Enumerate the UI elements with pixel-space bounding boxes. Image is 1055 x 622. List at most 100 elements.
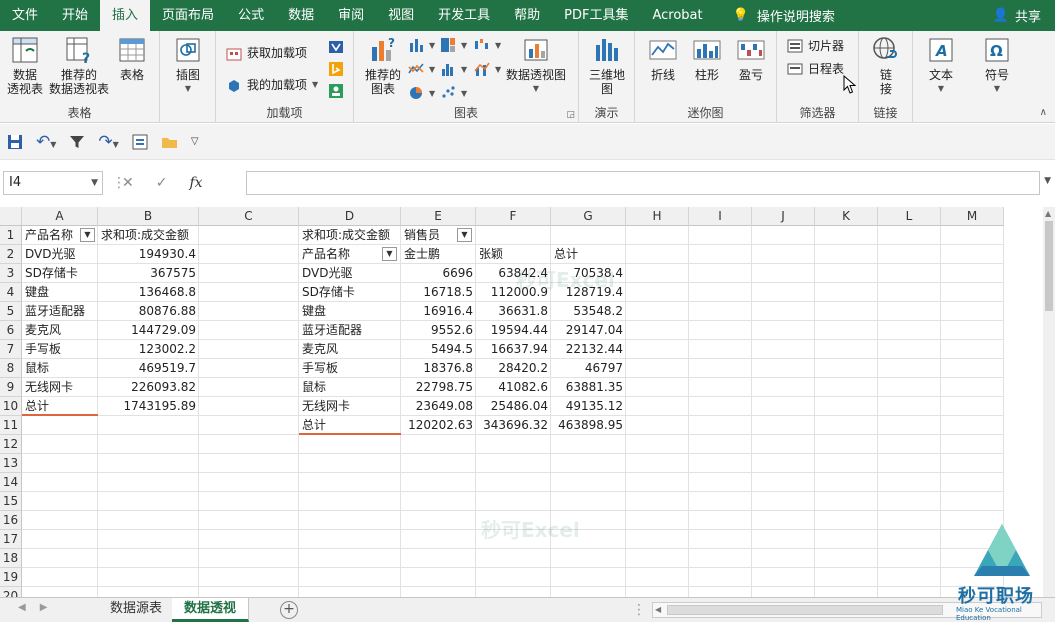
column-header-J[interactable]: J — [752, 207, 815, 226]
people-graph-button[interactable] — [328, 83, 344, 99]
cell-B9[interactable]: 226093.82 — [98, 378, 199, 397]
column-chart-button[interactable]: ▼ — [408, 37, 435, 53]
cell-G2[interactable]: 总计 — [551, 245, 626, 264]
ribbon-tab-4[interactable]: 公式 — [226, 0, 276, 31]
charts-dialog-launcher-icon[interactable]: ◲ — [566, 110, 575, 120]
row-header-16[interactable]: 16 — [0, 511, 22, 530]
hierarchy-chart-button[interactable]: ▼ — [440, 37, 467, 53]
column-header-C[interactable]: C — [199, 207, 299, 226]
pivot-table-button[interactable]: 数据 透视表 — [4, 35, 46, 96]
cell-D3[interactable]: DVD光驱 — [299, 264, 401, 283]
ribbon-tab-9[interactable]: 帮助 — [502, 0, 552, 31]
column-header-I[interactable]: I — [689, 207, 752, 226]
get-addins-button[interactable]: 获取加载项 — [226, 44, 307, 61]
cell-D6[interactable]: 蓝牙适配器 — [299, 321, 401, 340]
illustrations-button[interactable]: 插图 ▼ — [170, 35, 206, 96]
cell-F7[interactable]: 16637.94 — [476, 340, 551, 359]
row-header-17[interactable]: 17 — [0, 530, 22, 549]
cell-F9[interactable]: 41082.6 — [476, 378, 551, 397]
cell-D7[interactable]: 麦克风 — [299, 340, 401, 359]
row-label-filter-button[interactable]: ▼ — [80, 228, 95, 242]
collapse-ribbon-icon[interactable]: ∧ — [1040, 107, 1047, 118]
row-header-2[interactable]: 2 — [0, 245, 22, 264]
scroll-left-icon[interactable]: ◀ — [655, 605, 661, 614]
scroll-up-icon[interactable]: ▲ — [1045, 209, 1051, 218]
my-addins-button[interactable]: 我的加载项 ▼ — [226, 76, 318, 93]
line-chart-button[interactable]: ▼ — [408, 61, 435, 77]
sheet-tab-1[interactable]: 数据透视 — [172, 598, 250, 622]
row-header-20[interactable]: 20 — [0, 587, 22, 597]
customize-qat-icon[interactable]: ▽ — [191, 136, 199, 147]
3d-map-button[interactable]: 三维地 图 — [587, 35, 627, 96]
bing-addin-button[interactable] — [328, 61, 344, 77]
name-box[interactable]: I4 ▼ — [3, 171, 103, 195]
cell-A9[interactable]: 无线网卡 — [22, 378, 98, 397]
ribbon-tab-10[interactable]: PDF工具集 — [552, 0, 640, 31]
row-header-13[interactable]: 13 — [0, 454, 22, 473]
column-header-H[interactable]: H — [626, 207, 689, 226]
cell-F5[interactable]: 36631.8 — [476, 302, 551, 321]
row-header-3[interactable]: 3 — [0, 264, 22, 283]
sparkline-line-button[interactable]: 折线 — [643, 35, 683, 82]
cell-E7[interactable]: 5494.5 — [401, 340, 476, 359]
cell-F2[interactable]: 张颖 — [476, 245, 551, 264]
visio-addin-button[interactable] — [328, 39, 344, 55]
cell-E10[interactable]: 23649.08 — [401, 397, 476, 416]
row-header-14[interactable]: 14 — [0, 473, 22, 492]
symbol-button[interactable]: Ω 符号 ▼ — [979, 35, 1015, 96]
row-header-9[interactable]: 9 — [0, 378, 22, 397]
cell-F6[interactable]: 19594.44 — [476, 321, 551, 340]
form-icon[interactable] — [131, 133, 149, 151]
column-header-L[interactable]: L — [878, 207, 941, 226]
cell-G10[interactable]: 49135.12 — [551, 397, 626, 416]
column-header-K[interactable]: K — [815, 207, 878, 226]
slicer-button[interactable]: 切片器 — [787, 37, 844, 54]
filter-icon[interactable] — [68, 133, 86, 151]
tell-me-search[interactable]: 💡 操作说明搜索 — [715, 6, 835, 25]
cell-D1[interactable]: 求和项:成交金额 — [299, 226, 401, 245]
sheet-tab-0[interactable]: 数据源表 — [98, 598, 176, 622]
cell-B4[interactable]: 136468.8 — [98, 283, 199, 302]
scatter-chart-button[interactable]: ▼ — [440, 85, 467, 101]
link-button[interactable]: 链 接 — [869, 35, 903, 96]
save-icon[interactable] — [6, 133, 24, 151]
cell-F11[interactable]: 343696.32 — [476, 416, 551, 435]
recommended-charts-button[interactable]: ? 推荐的 图表 — [362, 35, 404, 96]
cell-A3[interactable]: SD存储卡 — [22, 264, 98, 283]
row-header-19[interactable]: 19 — [0, 568, 22, 587]
share-button[interactable]: 👤 共享 — [993, 6, 1055, 25]
cell-G5[interactable]: 53548.2 — [551, 302, 626, 321]
name-box-dropdown-icon[interactable]: ▼ — [91, 172, 98, 194]
ribbon-tab-1[interactable]: 开始 — [50, 0, 100, 31]
cell-E2[interactable]: 金士鹏 — [401, 245, 476, 264]
cell-E6[interactable]: 9552.6 — [401, 321, 476, 340]
pivot-chart-button[interactable]: 数据透视图 ▼ — [504, 35, 568, 96]
cell-E4[interactable]: 16718.5 — [401, 283, 476, 302]
cell-B6[interactable]: 144729.09 — [98, 321, 199, 340]
cell-A8[interactable]: 鼠标 — [22, 359, 98, 378]
open-folder-icon[interactable] — [161, 133, 179, 151]
ribbon-tab-6[interactable]: 审阅 — [326, 0, 376, 31]
worksheet-grid[interactable]: A B C D E F G H I J K L M 1 2 3 4 5 6 7 8 9 10 11 12 13 14 15 16 17 18… — [0, 207, 1043, 597]
vertical-scroll-thumb[interactable] — [1045, 221, 1053, 311]
cell-G6[interactable]: 29147.04 — [551, 321, 626, 340]
tab-split-grip-icon[interactable]: ⋮ — [632, 602, 646, 618]
recommended-pivot-button[interactable]: ? 推荐的 数据透视表 — [48, 35, 110, 96]
column-header-M[interactable]: M — [941, 207, 1004, 226]
cell-B1[interactable]: 求和项:成交金额 — [98, 226, 199, 245]
cell-F10[interactable]: 25486.04 — [476, 397, 551, 416]
row-header-12[interactable]: 12 — [0, 435, 22, 454]
row-header-11[interactable]: 11 — [0, 416, 22, 435]
horizontal-scroll-thumb[interactable] — [667, 605, 943, 615]
add-sheet-button[interactable]: + — [280, 601, 298, 619]
column-header-F[interactable]: F — [476, 207, 551, 226]
cell-D9[interactable]: 鼠标 — [299, 378, 401, 397]
cell-B3[interactable]: 367575 — [98, 264, 199, 283]
cell-F8[interactable]: 28420.2 — [476, 359, 551, 378]
column-label-filter-applied-button[interactable]: ▼ — [457, 228, 472, 242]
cell-A2[interactable]: DVD光驱 — [22, 245, 98, 264]
cell-B7[interactable]: 123002.2 — [98, 340, 199, 359]
sheet-nav-arrows-icon[interactable]: ◀▶ — [18, 602, 61, 613]
insert-function-button[interactable]: fx — [189, 175, 202, 191]
cell-B5[interactable]: 80876.88 — [98, 302, 199, 321]
